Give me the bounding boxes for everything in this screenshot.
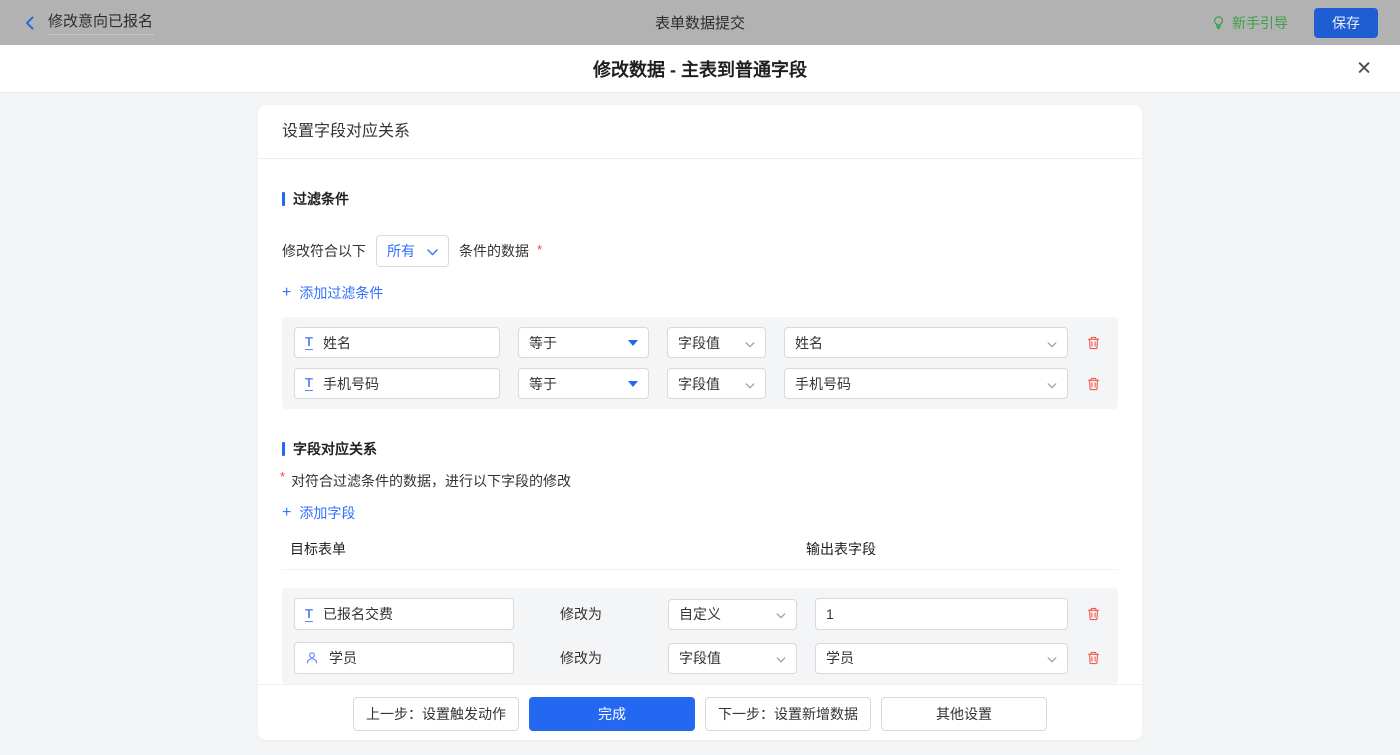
value-type-select[interactable]: 字段值 [667,327,766,358]
match-condition-row: 修改符合以下 所有 条件的数据 * [282,235,1118,267]
caret-down-icon [628,340,638,346]
flow-name[interactable]: 修改意向已报名 [48,10,153,35]
required-mark: * [280,469,285,484]
dialog-title: 修改数据 - 主表到普通字段 [593,56,807,82]
mapping-row: 学员 修改为 字段值 学员 [294,642,1106,674]
chevron-down-icon [1047,376,1057,392]
dialog-header: 修改数据 - 主表到普通字段 ✕ [0,45,1400,93]
topbar: 修改意向已报名 表单数据提交 新手引导 保存 [0,0,1400,45]
guide-link[interactable]: 新手引导 [1211,13,1288,33]
text-field-icon: T [305,376,313,391]
filter-field-input[interactable]: T 手机号码 [294,368,500,399]
value-type-select[interactable]: 字段值 [667,368,766,399]
custom-value-input[interactable] [815,598,1068,630]
filter-row: T 姓名 等于 字段值 姓名 [294,327,1106,358]
close-icon[interactable]: ✕ [1356,59,1372,78]
filter-rows-panel: T 姓名 等于 字段值 姓名 [282,317,1118,409]
mapping-section-title: 字段对应关系 [282,439,1118,459]
chevron-down-icon [427,243,438,259]
target-field-input[interactable]: 学员 [294,642,514,674]
target-field-input[interactable]: T 已报名交费 [294,598,514,630]
mapping-columns-header: 目标表单 输出表字段 [282,539,1118,570]
dialog-footer: 上一步：设置触发动作 完成 下一步：设置新增数据 其他设置 [258,684,1142,742]
text-field-icon: T [305,335,313,350]
add-filter-link[interactable]: + 添加过滤条件 [282,283,383,303]
mapping-description: * 对符合过滤条件的数据，进行以下字段的修改 [282,471,1118,491]
operator-select[interactable]: 等于 [518,327,649,358]
value-select[interactable]: 学员 [815,643,1068,674]
lightbulb-icon [1211,15,1226,30]
section-accent-bar [282,442,285,456]
delete-icon[interactable] [1086,376,1106,392]
match-prefix-label: 修改符合以下 [282,241,366,261]
value-select[interactable]: 手机号码 [784,368,1068,399]
column-output-field: 输出表字段 [806,539,876,559]
match-type-select[interactable]: 所有 [376,235,449,267]
value-type-select[interactable]: 字段值 [668,643,797,674]
required-mark: * [537,242,542,257]
chevron-down-icon [1047,650,1057,666]
other-settings-button[interactable]: 其他设置 [881,697,1047,731]
chevron-down-icon [745,335,755,351]
card-title: 设置字段对应关系 [258,105,1142,159]
section-accent-bar [282,192,285,206]
chevron-down-icon [776,606,786,622]
operator-select[interactable]: 等于 [518,368,649,399]
guide-label: 新手引导 [1232,13,1288,33]
done-button[interactable]: 完成 [529,697,695,731]
delete-icon[interactable] [1086,335,1106,351]
mapping-row: T 已报名交费 修改为 自定义 [294,598,1106,630]
mapping-rows-panel: T 已报名交费 修改为 自定义 [282,588,1118,684]
filter-row: T 手机号码 等于 字段值 手机号码 [294,368,1106,399]
chevron-down-icon [1047,335,1057,351]
plus-icon: + [282,505,291,521]
modify-to-label: 修改为 [532,604,650,624]
text-field-icon: T [305,607,313,622]
plus-icon: + [282,285,291,301]
match-suffix-label: 条件的数据 [459,241,529,261]
add-field-link[interactable]: + 添加字段 [282,503,355,523]
back-icon[interactable] [22,15,38,31]
filter-section-title: 过滤条件 [282,189,1118,209]
settings-card: 设置字段对应关系 过滤条件 修改符合以下 所有 条件的数据 * + [258,105,1142,740]
chevron-down-icon [776,650,786,666]
next-step-button[interactable]: 下一步：设置新增数据 [705,697,871,731]
value-select[interactable]: 姓名 [784,327,1068,358]
save-button[interactable]: 保存 [1314,8,1378,38]
value-type-select[interactable]: 自定义 [668,599,797,630]
delete-icon[interactable] [1086,606,1106,622]
filter-field-input[interactable]: T 姓名 [294,327,500,358]
column-target-form: 目标表单 [282,539,806,559]
delete-icon[interactable] [1086,650,1106,666]
chevron-down-icon [745,376,755,392]
person-icon [305,651,319,665]
caret-down-icon [628,381,638,387]
modify-to-label: 修改为 [532,648,650,668]
prev-step-button[interactable]: 上一步：设置触发动作 [353,697,519,731]
dialog-body: 设置字段对应关系 过滤条件 修改符合以下 所有 条件的数据 * + [0,93,1400,755]
page-title: 表单数据提交 [655,12,745,33]
